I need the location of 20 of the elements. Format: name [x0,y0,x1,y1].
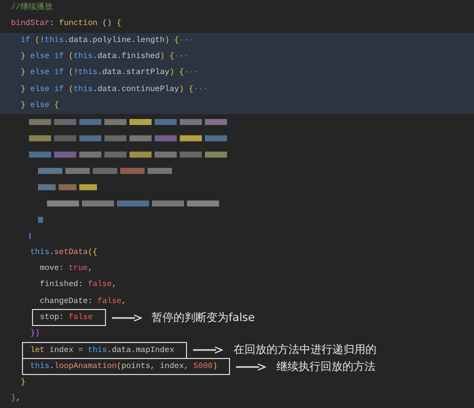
code-line: } else if (this.data.continuePlay) {··· [20,84,208,96]
annotation-text: 继续执行回放的方法 [276,358,376,375]
annotation-text: 暂停的判断变为false [152,310,255,326]
code-line: } [20,376,26,389]
code-line: }) [30,328,40,340]
code-line: if (!this.data.polyline.length) {··· [20,34,194,47]
code-line: }, [11,393,21,406]
arrow-icon [236,362,266,371]
arrow-icon [193,346,224,354]
arrow-icon [112,314,142,322]
code-line: move: true, [40,262,93,275]
code-line: this.setData({ [30,246,98,259]
code-line: bindStar: function () { [11,18,122,30]
annotation-text: 在回放的方法中进行递归用的 [233,342,376,358]
code-line: } else { [20,100,60,112]
code-line: } else if (this.data.finished) {··· [20,51,189,64]
code-line: changeDate: false, [40,296,126,308]
code-comment: //继续播放 [11,1,53,14]
code-line: } else if (!this.data.startPlay) {··· [20,67,198,80]
code-line: finished: false, [40,279,117,292]
